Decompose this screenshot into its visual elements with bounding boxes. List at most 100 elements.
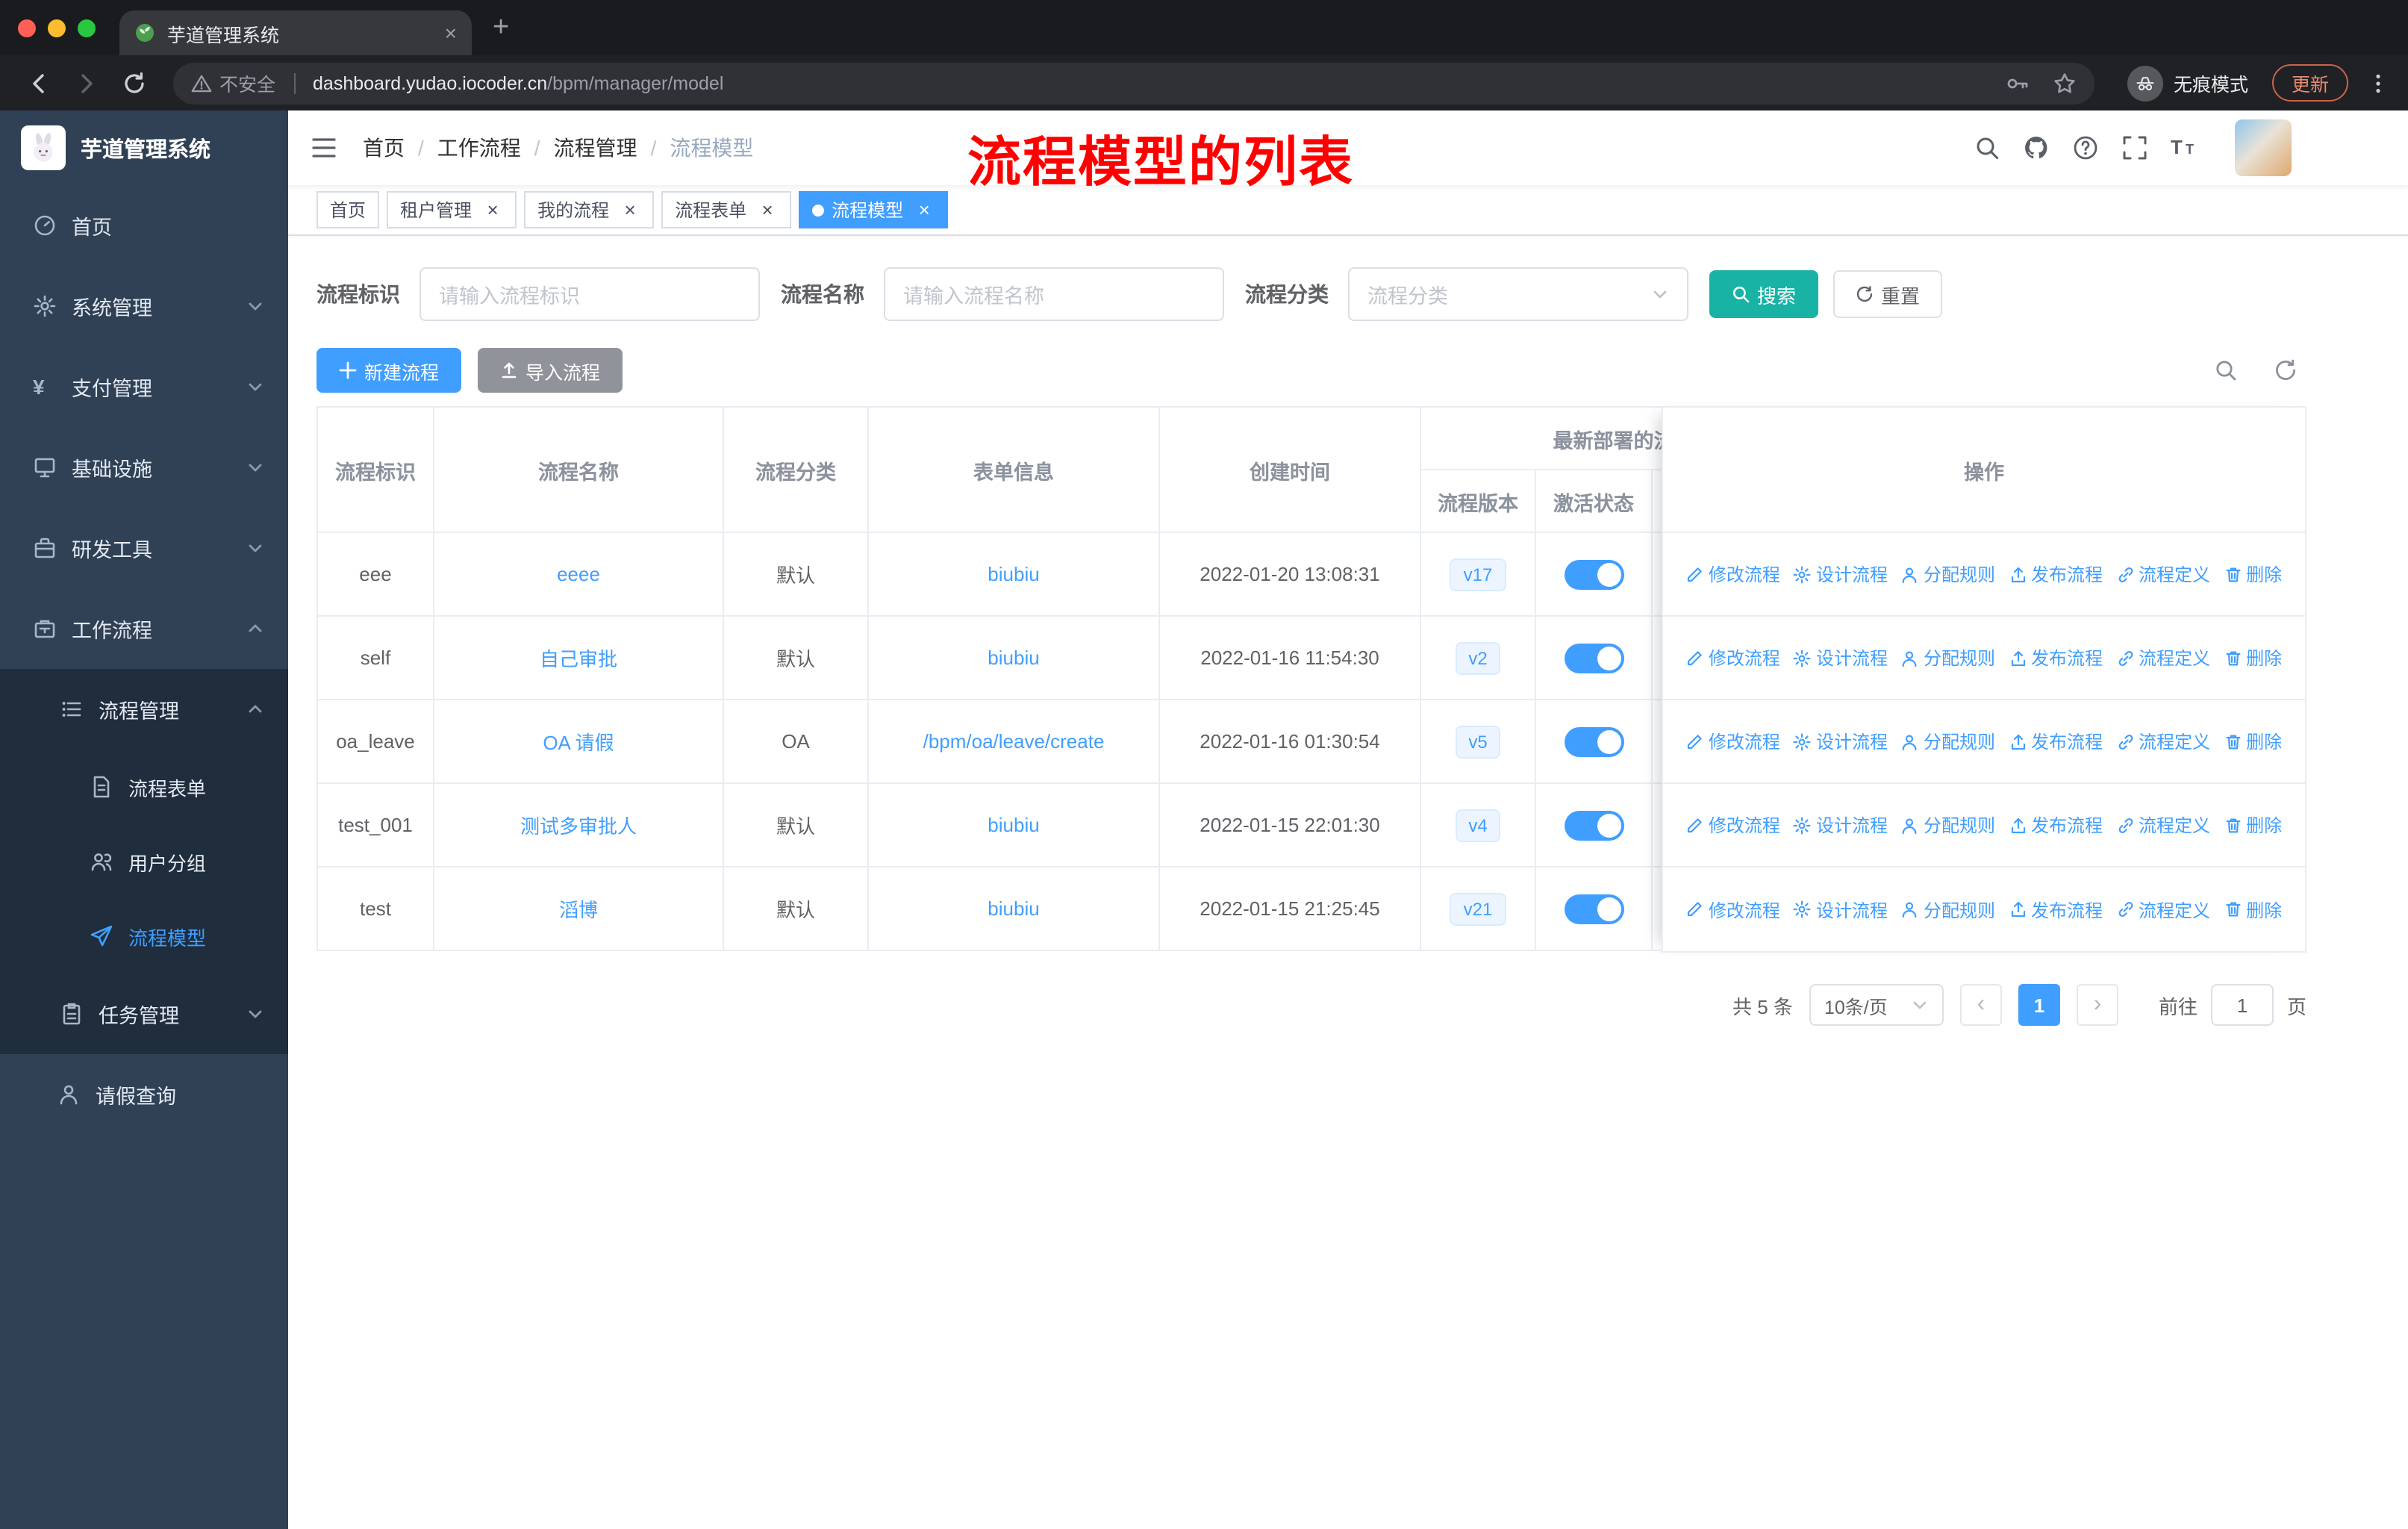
sidebar-item-home[interactable]: 首页 xyxy=(0,185,288,266)
browser-tab[interactable]: 芋道管理系统 × xyxy=(119,10,472,55)
active-toggle[interactable] xyxy=(1564,810,1623,840)
help-icon[interactable] xyxy=(2072,134,2099,161)
action-publish[interactable]: 发布流程 xyxy=(2009,645,2103,670)
action-assign[interactable]: 分配规则 xyxy=(1901,561,1995,587)
action-definition[interactable]: 流程定义 xyxy=(2116,897,2210,922)
close-icon[interactable]: × xyxy=(482,199,503,221)
action-edit[interactable]: 修改流程 xyxy=(1686,729,1780,754)
tag-item[interactable]: 流程表单 × xyxy=(661,191,792,228)
action-assign[interactable]: 分配规则 xyxy=(1901,729,1995,754)
active-toggle[interactable] xyxy=(1564,559,1623,589)
fullscreen-icon[interactable] xyxy=(2121,134,2148,161)
search-button[interactable]: 搜索 xyxy=(1709,270,1819,318)
close-icon[interactable]: × xyxy=(757,199,778,221)
password-key-icon[interactable] xyxy=(2005,71,2029,95)
action-definition[interactable]: 流程定义 xyxy=(2116,645,2210,670)
action-edit[interactable]: 修改流程 xyxy=(1686,645,1780,670)
active-toggle[interactable] xyxy=(1564,726,1623,756)
close-icon[interactable]: × xyxy=(914,199,935,221)
sidebar-item-infrastructure[interactable]: 基础设施 xyxy=(0,427,288,508)
process-name-link[interactable]: OA 请假 xyxy=(543,732,614,754)
sidebar-item-task-management[interactable]: 任务管理 xyxy=(0,974,288,1054)
sidebar-item-user-group[interactable]: 用户分组 xyxy=(0,824,288,899)
window-zoom-button[interactable] xyxy=(78,19,96,37)
process-name-link[interactable]: 滔博 xyxy=(559,899,598,921)
update-button[interactable]: 更新 xyxy=(2271,64,2348,102)
action-edit[interactable]: 修改流程 xyxy=(1686,561,1780,587)
page-size-select[interactable]: 10条/页 xyxy=(1809,984,1944,1026)
current-page-button[interactable]: 1 xyxy=(2018,984,2060,1026)
goto-page-input[interactable]: 1 xyxy=(2210,984,2274,1026)
action-definition[interactable]: 流程定义 xyxy=(2116,561,2210,587)
url-bar[interactable]: 不安全 dashboard.yudao.iocoder.cn/bpm/manag… xyxy=(173,62,2094,104)
action-assign[interactable]: 分配规则 xyxy=(1901,897,1995,922)
sidebar-item-system[interactable]: 系统管理 xyxy=(0,266,288,346)
process-name-link[interactable]: eeee xyxy=(557,563,600,585)
action-delete[interactable]: 删除 xyxy=(2224,812,2282,838)
process-id-input[interactable]: 请输入流程标识 xyxy=(419,267,760,321)
action-design[interactable]: 设计流程 xyxy=(1794,645,1888,670)
sidebar-item-leave-query[interactable]: 请假查询 xyxy=(0,1054,288,1135)
action-design[interactable]: 设计流程 xyxy=(1794,812,1888,838)
form-info-link[interactable]: biubiu xyxy=(988,563,1039,585)
action-definition[interactable]: 流程定义 xyxy=(2116,812,2210,838)
form-info-link[interactable]: biubiu xyxy=(988,814,1039,836)
action-edit[interactable]: 修改流程 xyxy=(1686,897,1780,922)
sidebar-item-payment[interactable]: ¥ 支付管理 xyxy=(0,346,288,427)
action-publish[interactable]: 发布流程 xyxy=(2009,729,2103,754)
action-assign[interactable]: 分配规则 xyxy=(1901,812,1995,838)
forward-icon[interactable] xyxy=(73,69,100,96)
github-icon[interactable] xyxy=(2023,134,2050,161)
active-toggle[interactable] xyxy=(1564,894,1623,924)
search-again-icon[interactable] xyxy=(2214,358,2238,382)
back-icon[interactable] xyxy=(25,69,52,96)
tag-item[interactable]: 首页 xyxy=(316,191,380,228)
action-definition[interactable]: 流程定义 xyxy=(2116,729,2210,754)
action-design[interactable]: 设计流程 xyxy=(1794,561,1888,587)
font-size-icon[interactable]: TT xyxy=(2171,134,2198,161)
process-name-input[interactable]: 请输入流程名称 xyxy=(884,267,1224,321)
breadcrumb-item[interactable]: 首页 xyxy=(363,133,405,163)
sidebar-item-process-form[interactable]: 流程表单 xyxy=(0,750,288,824)
tab-close-icon[interactable]: × xyxy=(445,21,457,45)
form-info-link[interactable]: biubiu xyxy=(988,897,1039,920)
window-minimize-button[interactable] xyxy=(48,19,66,37)
form-info-link[interactable]: biubiu xyxy=(988,647,1039,669)
action-design[interactable]: 设计流程 xyxy=(1794,729,1888,754)
active-toggle[interactable] xyxy=(1564,643,1623,673)
sidebar-item-process-management[interactable]: 流程管理 xyxy=(0,669,288,750)
action-publish[interactable]: 发布流程 xyxy=(2009,561,2103,587)
create-process-button[interactable]: 新建流程 xyxy=(316,348,462,393)
action-delete[interactable]: 删除 xyxy=(2224,561,2282,587)
hamburger-icon[interactable] xyxy=(309,133,339,163)
sidebar-item-workflow[interactable]: 工作流程 xyxy=(0,588,288,669)
tag-item[interactable]: 流程模型 × xyxy=(799,191,949,228)
breadcrumb-item[interactable]: 流程管理 xyxy=(554,133,637,163)
new-tab-button[interactable]: + xyxy=(493,11,509,44)
form-info-link[interactable]: /bpm/oa/leave/create xyxy=(923,730,1105,753)
prev-page-button[interactable]: ‹ xyxy=(1959,984,2002,1026)
action-assign[interactable]: 分配规则 xyxy=(1901,645,1995,670)
breadcrumb-item[interactable]: 工作流程 xyxy=(437,133,521,163)
window-close-button[interactable] xyxy=(18,19,36,37)
tag-item[interactable]: 租户管理 × xyxy=(387,191,517,228)
import-process-button[interactable]: 导入流程 xyxy=(478,348,623,393)
action-edit[interactable]: 修改流程 xyxy=(1686,812,1780,838)
next-page-button[interactable]: › xyxy=(2076,984,2118,1026)
action-delete[interactable]: 删除 xyxy=(2224,729,2282,754)
sidebar-item-process-model[interactable]: 流程模型 xyxy=(0,899,288,974)
reset-button[interactable]: 重置 xyxy=(1833,270,1943,318)
category-select[interactable]: 流程分类 xyxy=(1348,267,1688,321)
action-design[interactable]: 设计流程 xyxy=(1794,897,1888,922)
process-name-link[interactable]: 测试多审批人 xyxy=(520,815,637,838)
action-delete[interactable]: 删除 xyxy=(2224,897,2282,922)
search-icon[interactable] xyxy=(1974,134,2000,161)
sidebar-item-devtools[interactable]: 研发工具 xyxy=(0,508,288,588)
reload-icon[interactable] xyxy=(121,69,148,96)
action-delete[interactable]: 删除 xyxy=(2224,645,2282,670)
refresh-icon[interactable] xyxy=(2274,358,2298,382)
bookmark-star-icon[interactable] xyxy=(2053,71,2077,95)
tag-item[interactable]: 我的流程 × xyxy=(524,191,655,228)
browser-menu-icon[interactable] xyxy=(2366,71,2390,95)
close-icon[interactable]: × xyxy=(620,199,640,221)
